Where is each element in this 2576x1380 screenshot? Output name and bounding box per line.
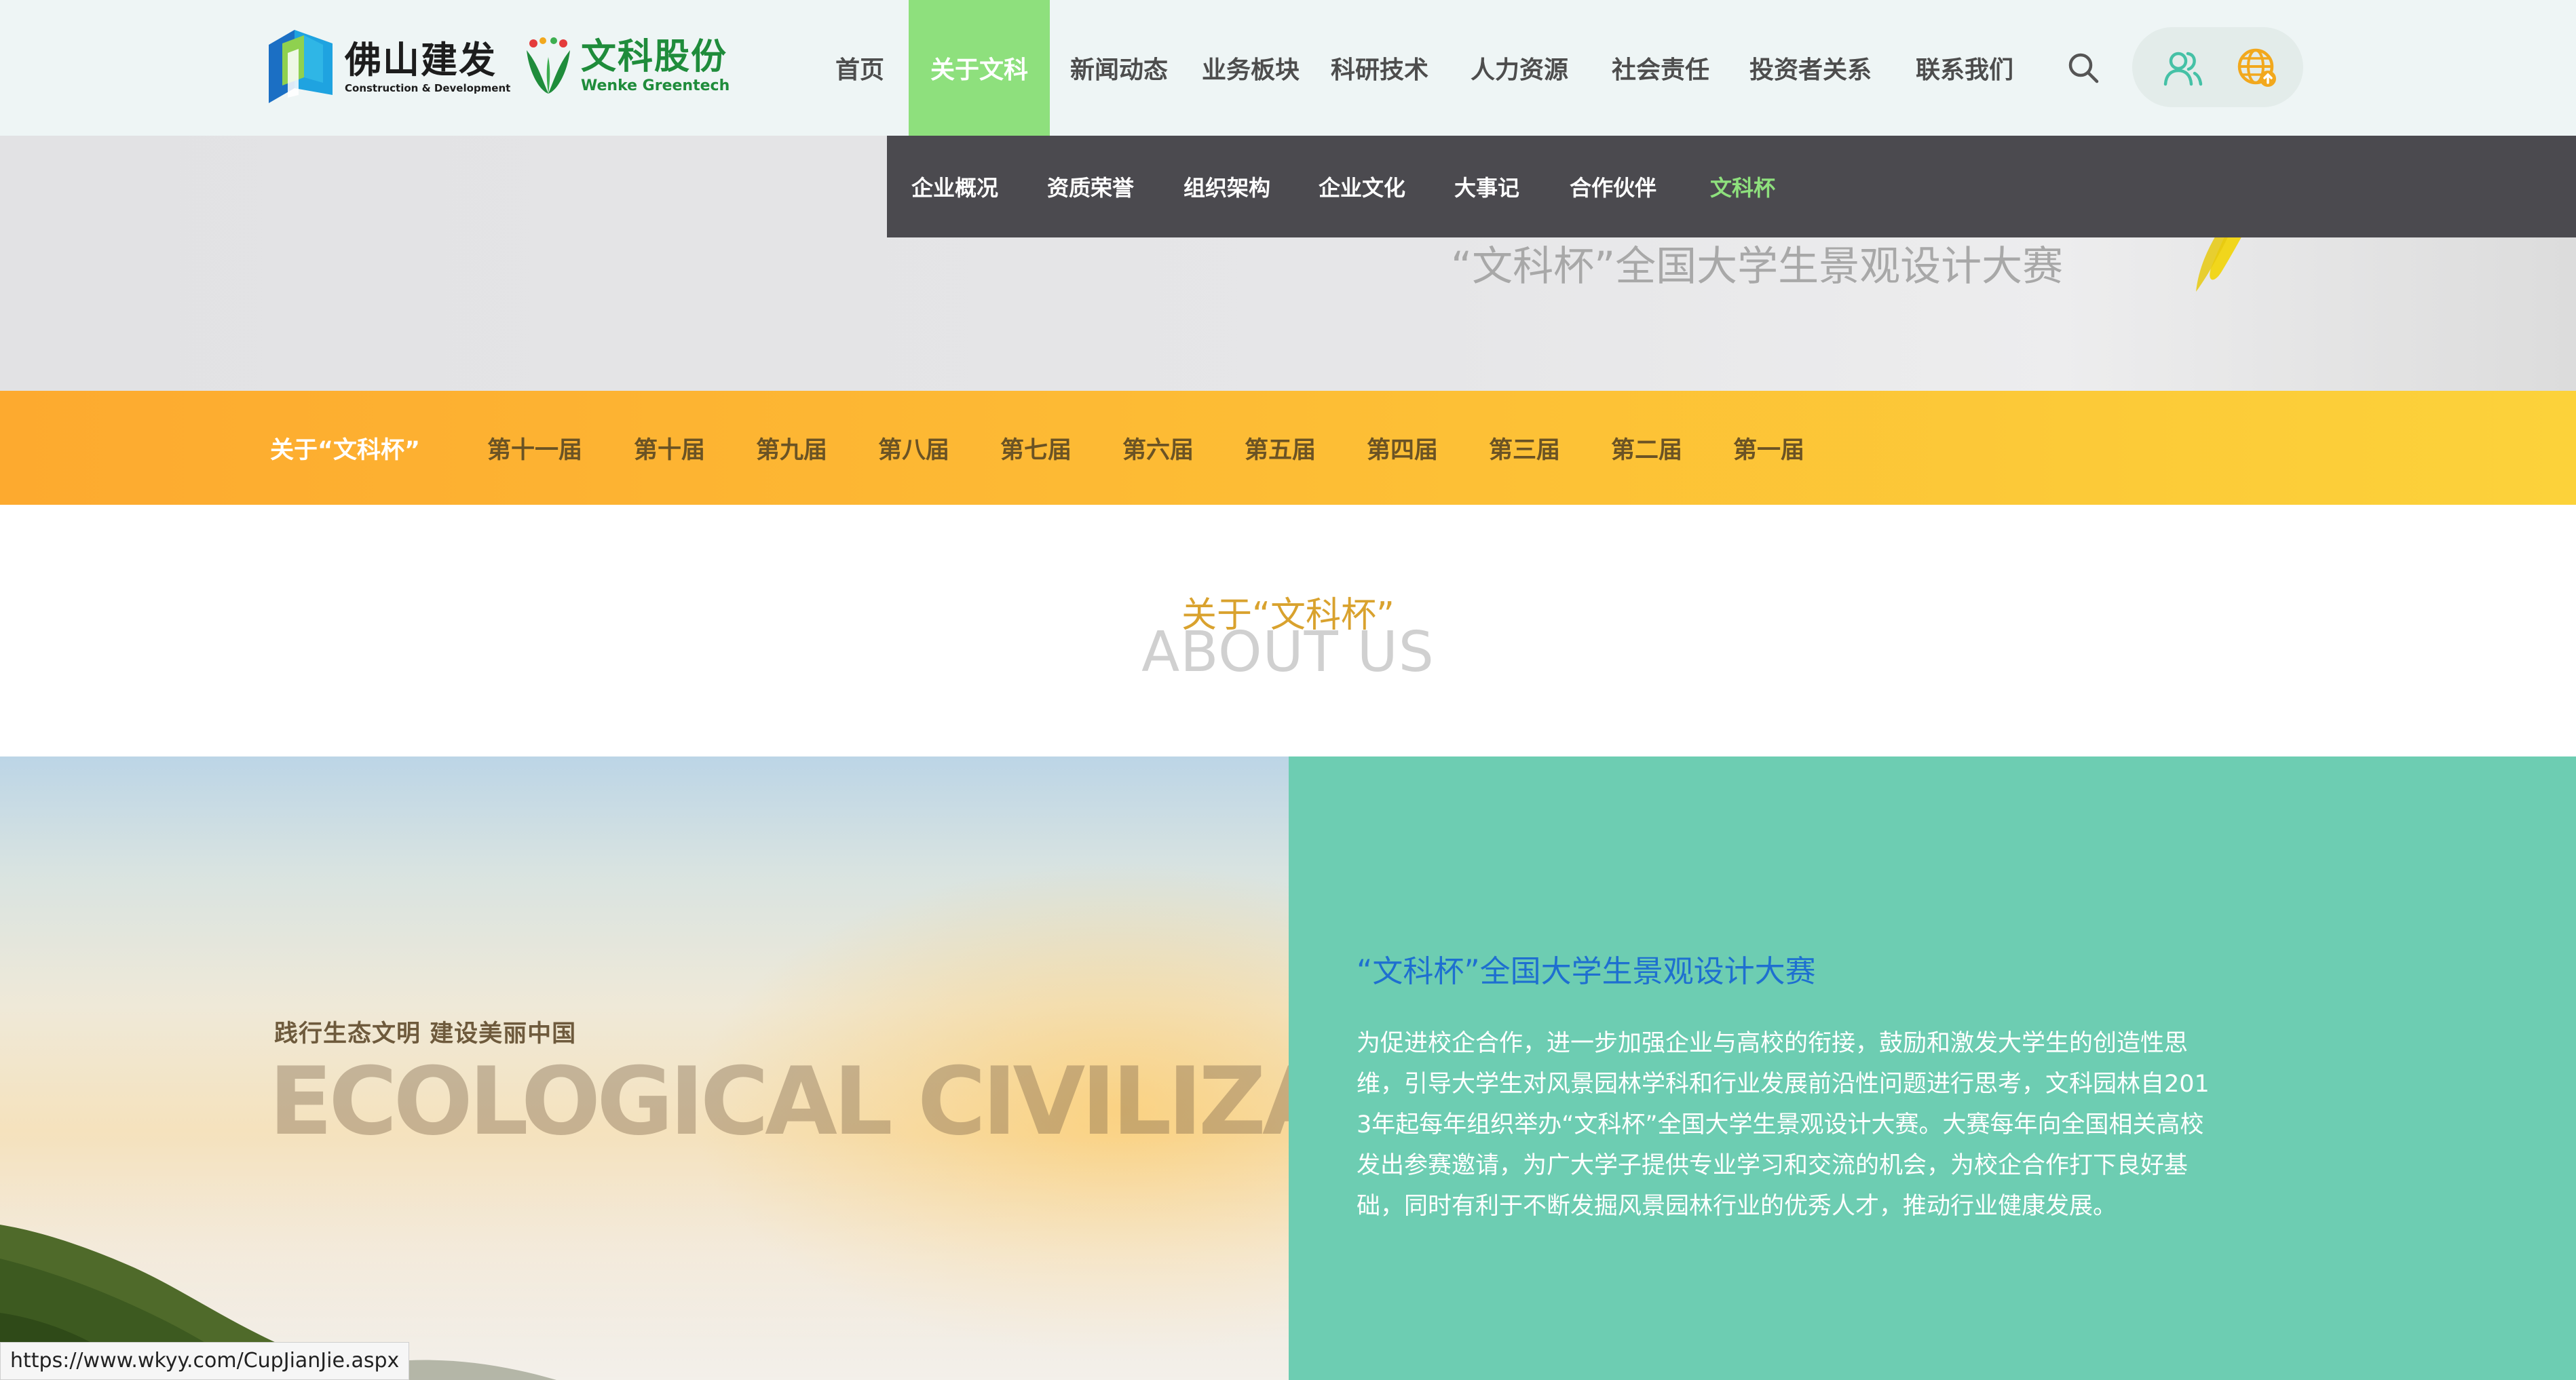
photo-slogan: 践行生态文明 建设美丽中国 xyxy=(274,1020,577,1048)
banner-title: “文科杯”全国大学生景观设计大赛 xyxy=(1451,243,2064,290)
tab-session-10[interactable]: 第十届 xyxy=(634,391,705,505)
nav-item-news[interactable]: 新闻动态 xyxy=(1063,0,1175,136)
logo-wk-cn: 文科股份 xyxy=(581,37,728,77)
submenu-item-overview[interactable]: 企业概况 xyxy=(911,136,998,237)
tab-session-9[interactable]: 第九届 xyxy=(756,391,827,505)
logo-jf-cn: 佛山建发 xyxy=(345,39,497,81)
tab-session-11[interactable]: 第十一届 xyxy=(487,391,582,505)
nav-item-business[interactable]: 业务板块 xyxy=(1194,0,1307,136)
nav-item-research[interactable]: 科研技术 xyxy=(1323,0,1436,136)
search-icon[interactable] xyxy=(2067,52,2100,84)
wenke-leaf-logo-icon xyxy=(527,37,570,94)
submenu-item-wenke-cup[interactable]: 文科杯 xyxy=(1710,136,1775,237)
status-bar-url: https://www.wkyy.com/CupJianJie.aspx xyxy=(0,1342,410,1380)
tab-session-8[interactable]: 第八届 xyxy=(878,391,949,505)
tab-session-1[interactable]: 第一届 xyxy=(1733,391,1804,505)
logo-jf-en: Construction & Development xyxy=(345,82,511,94)
submenu-item-org[interactable]: 组织架构 xyxy=(1183,136,1270,237)
submenu-item-honors[interactable]: 资质荣誉 xyxy=(1047,136,1134,237)
nav-item-contact[interactable]: 联系我们 xyxy=(1908,0,2021,136)
nav-item-about[interactable]: 关于文科 xyxy=(909,0,1050,136)
intro-panel: “文科杯”全国大学生景观设计大赛 为促进校企合作，进一步加强企业与高校的衔接，鼓… xyxy=(1289,756,2576,1380)
foshan-jianfa-logo-icon xyxy=(269,30,333,103)
submenu-item-milestones[interactable]: 大事记 xyxy=(1454,136,1519,237)
intro-body: 为促进校企合作，进一步加强企业与高校的衔接，鼓励和激发大学生的创造性思维，引导大… xyxy=(1357,1030,2210,1220)
section-subtitle: ABOUT US xyxy=(1141,620,1435,685)
tab-session-2[interactable]: 第二届 xyxy=(1611,391,1682,505)
photo-watermark-text: ECOLOGICAL CIVILIZATION xyxy=(269,1047,1289,1156)
nav-item-csr[interactable]: 社会责任 xyxy=(1604,0,1717,136)
submenu-item-culture[interactable]: 企业文化 xyxy=(1319,136,1405,237)
nav-item-hr[interactable]: 人力资源 xyxy=(1463,0,1576,136)
nav-item-investors[interactable]: 投资者关系 xyxy=(1748,0,1873,136)
submenu-item-partners[interactable]: 合作伙伴 xyxy=(1570,136,1656,237)
session-tabs: 关于“文科杯” 第十一届 第十届 第九届 第八届 第七届 第六届 第五届 第四届… xyxy=(0,391,2576,505)
globe-icon[interactable] xyxy=(2237,47,2277,88)
about-submenu: 企业概况 资质荣誉 组织架构 企业文化 大事记 合作伙伴 文科杯 xyxy=(887,136,2576,237)
site-header: 佛山建发 Construction & Development 文科股份 Wen… xyxy=(0,0,2576,136)
tab-session-6[interactable]: 第六届 xyxy=(1122,391,1194,505)
tab-session-5[interactable]: 第五届 xyxy=(1245,391,1316,505)
header-tools-pill xyxy=(2132,27,2303,107)
tab-session-3[interactable]: 第三届 xyxy=(1489,391,1560,505)
ecology-photo: 践行生态文明 建设美丽中国 ECOLOGICAL CIVILIZATION xyxy=(0,756,1289,1380)
nav-item-home[interactable]: 首页 xyxy=(824,0,896,136)
tab-about-cup[interactable]: 关于“文科杯” xyxy=(270,391,420,505)
intro-title: “文科杯”全国大学生景观设计大赛 xyxy=(1357,953,1816,989)
tab-session-4[interactable]: 第四届 xyxy=(1367,391,1438,505)
logo-wenke[interactable]: 文科股份 Wenke Greentech xyxy=(521,37,730,95)
logo-wk-en: Wenke Greentech xyxy=(581,77,730,94)
logo-foshan-jianfa[interactable]: 佛山建发 Construction & Development xyxy=(269,30,510,103)
user-icon[interactable] xyxy=(2163,50,2203,87)
tab-session-7[interactable]: 第七届 xyxy=(1000,391,1072,505)
